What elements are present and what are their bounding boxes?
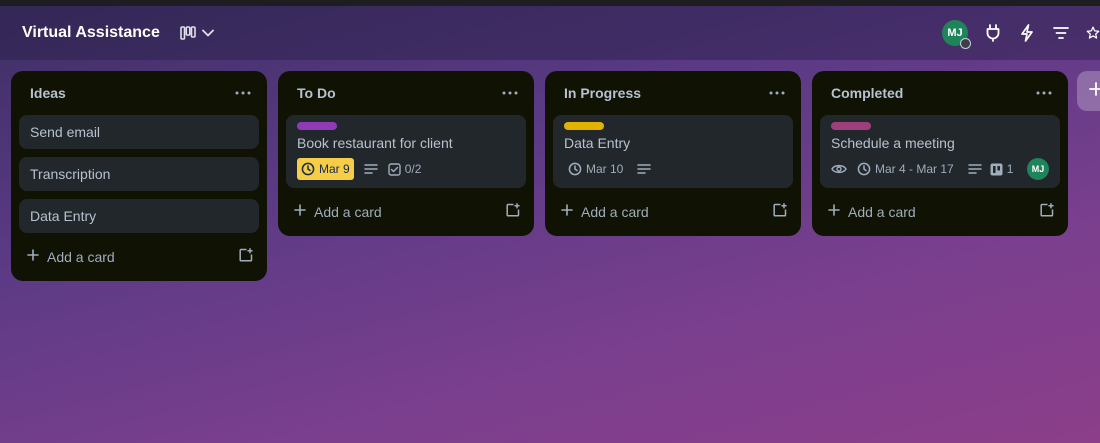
card-badges: Mar 9 0/2 — [297, 158, 515, 180]
clock-icon — [301, 162, 315, 176]
add-card-row: Add a card — [820, 196, 1060, 228]
card-send-email[interactable]: Send email — [19, 115, 259, 149]
plus-icon — [828, 203, 840, 221]
add-card-button[interactable]: Add a card — [27, 248, 115, 266]
card-title: Data Entry — [30, 208, 97, 224]
add-another-list-button[interactable] — [1077, 71, 1100, 111]
board-header: Virtual Assistance MJ — [0, 6, 1100, 60]
due-date-badge[interactable]: Mar 10 — [564, 158, 627, 180]
more-options-icon[interactable] — [233, 83, 253, 103]
due-date-text: Mar 10 — [586, 162, 624, 176]
checkbox-icon — [387, 162, 401, 176]
card-title: Book restaurant for client — [297, 135, 453, 151]
automation-lightning-icon[interactable] — [1018, 24, 1036, 42]
card-title: Schedule a meeting — [831, 135, 955, 151]
list-header: In Progress — [553, 79, 793, 107]
add-card-label: Add a card — [581, 204, 649, 220]
attachment-badge: 1 — [990, 162, 1014, 176]
board-lists: Ideas Send email Transcription Data Entr… — [11, 71, 1068, 281]
create-from-template-icon[interactable] — [773, 202, 787, 222]
eye-watching-icon — [831, 163, 847, 175]
add-card-button[interactable]: Add a card — [561, 203, 649, 221]
member-initials: MJ — [947, 27, 963, 39]
due-date-text: Mar 9 — [319, 162, 350, 176]
card-transcription[interactable]: Transcription — [19, 157, 259, 191]
more-options-icon[interactable] — [1034, 83, 1054, 103]
due-date-text: Mar 4 - Mar 17 — [875, 162, 954, 176]
list-completed: Completed Schedule a meeting Mar 4 - Mar… — [812, 71, 1068, 236]
trello-card-icon — [990, 163, 1003, 175]
card-badges: Mar 4 - Mar 17 1 MJ — [831, 158, 1049, 180]
description-icon — [363, 163, 378, 175]
add-card-button[interactable]: Add a card — [294, 203, 382, 221]
admin-badge-icon — [960, 38, 971, 49]
more-options-icon[interactable] — [767, 83, 787, 103]
board-title[interactable]: Virtual Assistance — [22, 24, 160, 42]
list-header: Ideas — [19, 79, 259, 107]
card-schedule-meeting[interactable]: Schedule a meeting Mar 4 - Mar 17 1 MJ — [820, 115, 1060, 188]
card-badges: Mar 10 — [564, 158, 782, 180]
list-header: To Do — [286, 79, 526, 107]
power-ups-plug-icon[interactable] — [984, 24, 1002, 42]
checklist-count: 0/2 — [404, 162, 422, 176]
card-data-entry[interactable]: Data Entry — [19, 199, 259, 233]
board-view-icon — [180, 26, 196, 40]
filter-icon[interactable] — [1052, 24, 1070, 42]
board-view-switcher[interactable] — [180, 26, 214, 40]
list-to-do: To Do Book restaurant for client Mar 9 0… — [278, 71, 534, 236]
plus-icon — [294, 203, 306, 221]
plus-icon — [27, 248, 39, 266]
list-title[interactable]: Completed — [831, 85, 903, 101]
card-label-purple[interactable] — [297, 122, 337, 130]
add-card-button[interactable]: Add a card — [828, 203, 916, 221]
list-ideas: Ideas Send email Transcription Data Entr… — [11, 71, 267, 281]
plus-icon — [561, 203, 573, 221]
clock-icon — [568, 162, 582, 176]
list-in-progress: In Progress Data Entry Mar 10 Add a card — [545, 71, 801, 236]
list-title[interactable]: To Do — [297, 85, 336, 101]
more-options-icon[interactable] — [500, 83, 520, 103]
card-member-avatar[interactable]: MJ — [1027, 158, 1049, 180]
list-header: Completed — [820, 79, 1060, 107]
add-card-label: Add a card — [47, 249, 115, 265]
card-title: Data Entry — [564, 135, 631, 151]
create-from-template-icon[interactable] — [1040, 202, 1054, 222]
plus-icon — [1089, 81, 1100, 101]
add-card-row: Add a card — [19, 241, 259, 273]
create-from-template-icon[interactable] — [506, 202, 520, 222]
clock-icon — [857, 162, 871, 176]
star-icon[interactable] — [1086, 24, 1100, 42]
create-from-template-icon[interactable] — [239, 247, 253, 267]
list-title[interactable]: Ideas — [30, 85, 66, 101]
add-card-row: Add a card — [553, 196, 793, 228]
card-book-restaurant[interactable]: Book restaurant for client Mar 9 0/2 — [286, 115, 526, 188]
card-label-magenta[interactable] — [831, 122, 871, 130]
card-title: Send email — [30, 124, 101, 140]
card-title: Transcription — [30, 166, 111, 182]
checklist-badge: 0/2 — [387, 162, 422, 176]
due-date-badge[interactable]: Mar 9 — [297, 158, 354, 180]
add-card-label: Add a card — [314, 204, 382, 220]
header-actions: MJ — [942, 6, 1100, 60]
member-avatar[interactable]: MJ — [942, 20, 971, 49]
list-title[interactable]: In Progress — [564, 85, 641, 101]
add-card-row: Add a card — [286, 196, 526, 228]
card-data-entry[interactable]: Data Entry Mar 10 — [553, 115, 793, 188]
card-label-yellow[interactable] — [564, 122, 604, 130]
attachment-count: 1 — [1006, 162, 1014, 176]
due-date-badge[interactable]: Mar 4 - Mar 17 — [855, 158, 956, 180]
chevron-down-icon — [201, 29, 214, 37]
description-icon — [637, 163, 652, 175]
add-card-label: Add a card — [848, 204, 916, 220]
description-icon — [967, 163, 982, 175]
